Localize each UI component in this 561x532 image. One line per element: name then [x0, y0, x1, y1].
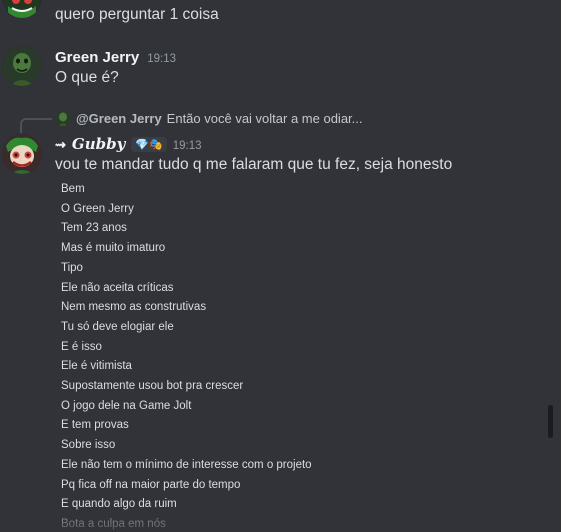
list-item: Ele é vitimista [61, 360, 132, 373]
list-item: O jogo dele na Game Jolt [61, 399, 192, 412]
scrollbar-thumb[interactable] [548, 405, 553, 438]
list-item: E quando algo da ruim [61, 498, 177, 511]
author-name[interactable]: Green Jerry [55, 49, 139, 66]
list-item: Tipo [61, 261, 83, 274]
reply-text[interactable]: Então você vai voltar a me odiar... [167, 111, 363, 126]
role-badge[interactable]: 💎🎭 [131, 137, 167, 152]
message-header: ⇝ Gubby 💎🎭 19:13 [55, 135, 202, 153]
reply-author[interactable]: @Green Jerry [76, 111, 162, 126]
message-lines: Bem O Green Jerry Tem 23 anos Mas é muito i… [61, 180, 312, 532]
list-item: E tem provas [61, 419, 129, 432]
user-avatar-gubby-top[interactable] [2, 0, 42, 18]
message-text: quero perguntar 1 coisa [55, 6, 219, 23]
scrollbar-track[interactable] [547, 0, 561, 532]
message-text: O que é? [55, 69, 119, 86]
user-avatar-green-jerry[interactable] [2, 46, 42, 86]
list-item: Mas é muito imaturo [61, 242, 166, 255]
list-item: O Green Jerry [61, 202, 134, 215]
message-header: Green Jerry 19:13 [55, 49, 176, 66]
author-name[interactable]: Gubby [72, 135, 125, 153]
list-item: Ele não tem o mínimo de interesse com o … [61, 458, 312, 471]
reply-avatar [55, 110, 71, 126]
list-item: Tu só deve elogiar ele [61, 320, 174, 333]
list-item: Bota a culpa em nós [61, 517, 166, 530]
list-item: Ele não aceita críticas [61, 281, 174, 294]
list-item: Pq fica off na maior parte do tempo [61, 478, 241, 491]
timestamp[interactable]: 19:13 [147, 53, 176, 65]
list-item: Tem 23 anos [61, 222, 127, 235]
list-item: Nem mesmo as construtivas [61, 301, 207, 314]
list-item: Supostamente usou bot pra crescer [61, 380, 244, 393]
list-item: Sobre isso [61, 439, 116, 452]
timestamp[interactable]: 19:13 [173, 140, 202, 152]
reply-preview[interactable]: @Green Jerry Então você vai voltar a me … [55, 110, 363, 126]
user-avatar-gubby[interactable] [2, 134, 42, 174]
message-text: vou te mandar tudo q me falaram que tu f… [55, 156, 453, 173]
author-prefix: ⇝ [55, 137, 66, 152]
list-item: E é isso [61, 340, 102, 353]
chat-messages: quero perguntar 1 coisa Green Jerry 19:1… [0, 0, 561, 532]
list-item: Bem [61, 183, 85, 195]
reply-spine [20, 118, 52, 133]
